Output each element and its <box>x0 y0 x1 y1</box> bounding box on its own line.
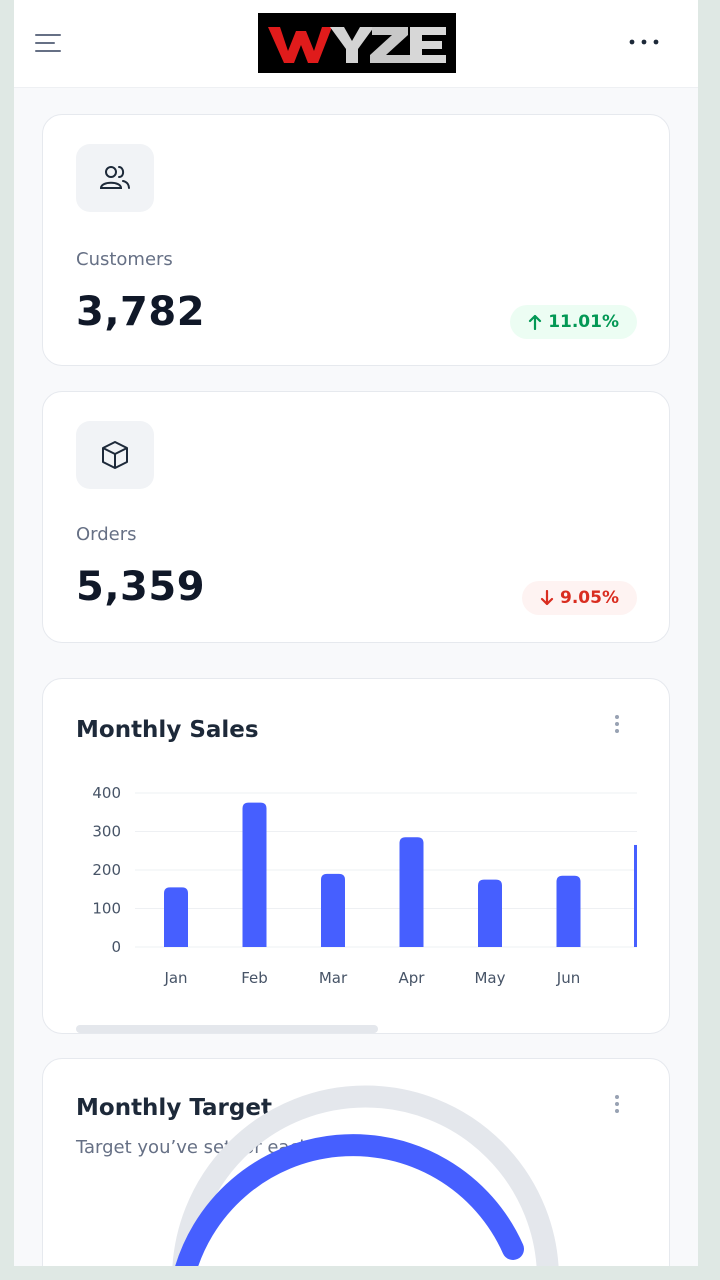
x-tick-label: Jan <box>163 969 187 987</box>
top-bar <box>14 0 698 88</box>
x-tick-label: Feb <box>241 969 268 987</box>
more-options-button[interactable] <box>626 30 662 54</box>
orders-label: Orders <box>76 524 137 545</box>
x-tick-label: Jun <box>556 969 580 987</box>
target-gauge <box>172 1085 559 1266</box>
monthly-sales-chart: 400 300 200 100 0 Jan Feb Mar Apr May Jun <box>92 784 637 987</box>
monthly-target-card: Monthly Target Target you’ve set for eac… <box>42 1058 670 1266</box>
bar-clipped <box>634 844 637 947</box>
customers-change-badge: 11.01% <box>510 305 637 339</box>
customers-card: Customers 3,782 11.01% <box>42 114 670 366</box>
bar-jun[interactable] <box>556 875 581 947</box>
wyze-logo-mark <box>258 13 456 73</box>
arrow-up-icon <box>529 314 542 330</box>
box-icon <box>102 441 128 469</box>
customers-value: 3,782 <box>76 289 206 335</box>
y-tick-label: 100 <box>92 900 121 918</box>
more-horizontal-icon <box>629 39 659 45</box>
menu-button[interactable] <box>34 32 62 54</box>
bar-feb[interactable] <box>242 802 267 947</box>
bar-jan[interactable] <box>164 887 188 947</box>
orders-card: Orders 5,359 9.05% <box>42 391 670 643</box>
chart-horizontal-scrollbar[interactable] <box>76 1025 378 1033</box>
y-tick-label: 300 <box>92 823 121 841</box>
wyze-logo[interactable] <box>258 13 456 73</box>
customers-icon-box <box>76 144 154 212</box>
orders-value: 5,359 <box>76 564 206 610</box>
orders-change-value: 9.05% <box>560 588 619 608</box>
hamburger-icon <box>35 34 61 52</box>
arrow-down-icon <box>540 590 554 606</box>
monthly-sales-card: Monthly Sales 400 300 200 100 0 Jan Feb Mar Apr M… <box>42 678 670 1034</box>
customers-label: Customers <box>76 249 173 270</box>
orders-icon-box <box>76 421 154 489</box>
x-tick-label: Apr <box>399 969 426 987</box>
orders-change-badge: 9.05% <box>522 581 637 615</box>
y-tick-label: 0 <box>111 938 121 956</box>
x-tick-label: Mar <box>319 969 348 987</box>
customers-change-value: 11.01% <box>548 312 619 332</box>
y-tick-label: 400 <box>92 784 121 802</box>
bar-mar[interactable] <box>321 873 345 947</box>
bar-may[interactable] <box>478 879 502 947</box>
x-tick-label: May <box>474 969 505 987</box>
users-icon <box>99 166 130 189</box>
bar-apr[interactable] <box>399 837 424 947</box>
y-tick-label: 200 <box>92 861 121 879</box>
app-frame: Customers 3,782 11.01% Orders 5,359 9.05… <box>14 0 698 1266</box>
